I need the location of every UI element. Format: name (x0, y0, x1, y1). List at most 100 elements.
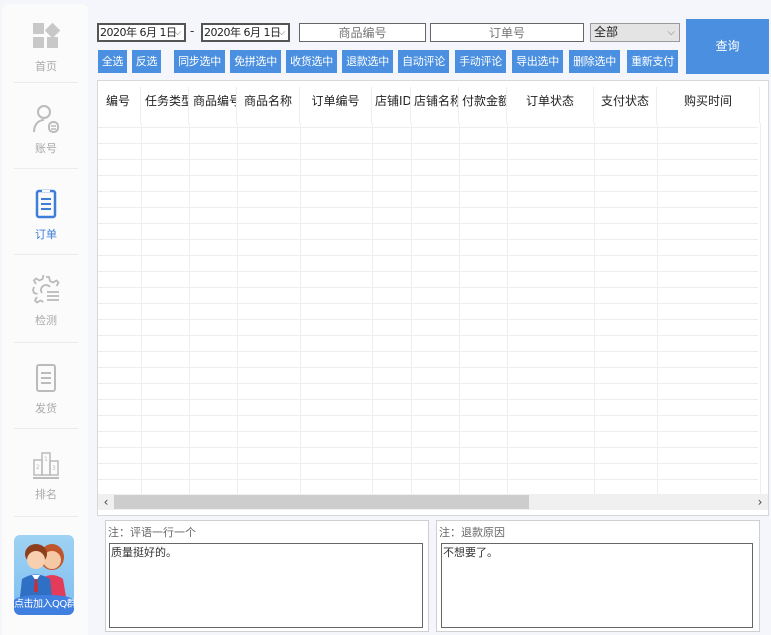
column-header-payment-amount[interactable]: 付款金额 (459, 87, 507, 123)
column-divider (189, 123, 190, 495)
sidebar-item-label: 订单 (35, 228, 57, 241)
chevron-down-icon: ⌵ (667, 27, 675, 38)
select-all-button[interactable]: 全选 (98, 50, 127, 73)
column-header-purchase-time[interactable]: 购买时间 (657, 87, 760, 123)
sidebar-item-label: 检测 (35, 314, 57, 327)
skip-group-selected-button[interactable]: 免拼选中 (230, 50, 281, 73)
table-row (98, 479, 758, 480)
review-note-label: 注：评语一行一个 (108, 526, 196, 539)
divider (14, 254, 78, 255)
status-select-value: 全部 (594, 25, 619, 39)
divider (14, 428, 78, 429)
auto-review-button[interactable]: 自动评论 (398, 50, 449, 73)
table-row (98, 143, 758, 144)
users-avatar-icon (20, 544, 66, 597)
sidebar-item-home[interactable]: 首页 (14, 4, 78, 90)
svg-text:1: 1 (44, 456, 48, 463)
repay-button[interactable]: 重新支付 (627, 50, 678, 73)
review-textarea[interactable]: 质量挺好的。 (109, 543, 423, 628)
sidebar-item-label: 首页 (35, 60, 57, 73)
sidebar-item-shipping[interactable]: 发货 (14, 346, 78, 432)
sidebar-item-label: 发货 (35, 402, 57, 415)
scroll-left-icon[interactable]: ‹ (99, 494, 113, 510)
gear-check-icon (32, 274, 60, 304)
table-row (98, 447, 758, 448)
date-from-picker[interactable]: 2020年 6月 1日 ⌵ (97, 23, 186, 42)
column-divider (459, 123, 460, 495)
orders-table: 编号 任务类型 商品编号 商品名称 订单编号 店铺ID 店铺名称 付款金额 订单… (97, 80, 769, 516)
table-row (98, 367, 758, 368)
delete-selected-button[interactable]: 删除选中 (569, 50, 620, 73)
divider (14, 516, 78, 517)
table-row (98, 175, 758, 176)
shipping-clipboard-icon (36, 364, 56, 392)
column-header-product-name[interactable]: 商品名称 (237, 87, 300, 123)
query-button[interactable]: 查询 (686, 19, 769, 74)
sync-selected-button[interactable]: 同步选中 (174, 50, 225, 73)
table-row (98, 127, 758, 128)
table-row (98, 383, 758, 384)
column-header-product-id[interactable]: 商品编号 (189, 87, 237, 123)
chevron-down-icon: ⌵ (173, 27, 182, 38)
column-header-shop-name[interactable]: 店铺名称 (411, 87, 459, 123)
column-header-order-no[interactable]: 订单编号 (300, 87, 372, 123)
user-account-icon (33, 105, 59, 133)
refund-selected-button[interactable]: 退款选中 (342, 50, 393, 73)
refund-textarea[interactable]: 不想要了。 (441, 543, 753, 628)
table-row (98, 463, 758, 464)
sidebar-item-label: 账号 (35, 142, 57, 155)
table-row (98, 255, 758, 256)
podium-ranking-icon: 2 1 3 (33, 452, 59, 479)
column-header-task-type[interactable]: 任务类型 (141, 87, 189, 123)
table-row (98, 351, 758, 352)
column-divider (760, 123, 761, 495)
invert-selection-button[interactable]: 反选 (132, 50, 161, 73)
table-row (98, 159, 758, 160)
sidebar-item-ranking[interactable]: 2 1 3 排名 (14, 432, 78, 518)
column-divider (141, 123, 142, 495)
table-row (98, 319, 758, 320)
scroll-right-icon[interactable]: › (753, 494, 767, 510)
table-row (98, 415, 758, 416)
divider (14, 168, 78, 169)
column-divider (300, 123, 301, 495)
join-qq-group-button[interactable]: 点击加入QQ群 (14, 535, 74, 615)
refund-note-label: 注：退款原因 (439, 526, 505, 539)
column-divider (507, 123, 508, 495)
product-id-input[interactable] (299, 23, 426, 42)
date-to-picker[interactable]: 2020年 6月 1日 ⌵ (201, 23, 290, 42)
order-no-input[interactable] (430, 23, 584, 42)
table-row (98, 239, 758, 240)
horizontal-scrollbar[interactable]: ‹ › (98, 494, 768, 510)
table-row (98, 223, 758, 224)
sidebar-item-label: 排名 (35, 488, 57, 501)
table-row (98, 271, 758, 272)
receive-selected-button[interactable]: 收货选中 (286, 50, 337, 73)
sidebar-item-orders[interactable]: 订单 (14, 172, 78, 258)
column-divider (657, 123, 658, 495)
sidebar-item-account[interactable]: 账号 (14, 86, 78, 172)
manual-review-button[interactable]: 手动评论 (455, 50, 506, 73)
export-selected-button[interactable]: 导出选中 (512, 50, 563, 73)
order-clipboard-icon (35, 189, 57, 219)
scrollbar-thumb[interactable] (114, 495, 529, 509)
chevron-down-icon: ⌵ (277, 27, 286, 38)
table-row (98, 431, 758, 432)
column-header-payment-status[interactable]: 支付状态 (594, 87, 657, 123)
table-row (98, 335, 758, 336)
home-grid-icon (33, 22, 61, 48)
date-to-value: 2020年 6月 1日 (204, 26, 281, 39)
column-header-shop-id[interactable]: 店铺ID (372, 87, 411, 123)
column-divider (372, 123, 373, 495)
svg-text:2: 2 (36, 464, 40, 471)
column-divider (411, 123, 412, 495)
column-header-order-status[interactable]: 订单状态 (507, 87, 594, 123)
table-header: 编号 任务类型 商品编号 商品名称 订单编号 店铺ID 店铺名称 付款金额 订单… (98, 81, 768, 123)
refund-note-panel: 注：退款原因 不想要了。 (436, 520, 760, 632)
status-select[interactable]: 全部 ⌵ (590, 23, 680, 42)
sidebar-item-detect[interactable]: 检测 (14, 258, 78, 344)
column-divider (594, 123, 595, 495)
table-row (98, 287, 758, 288)
svg-text:3: 3 (52, 465, 56, 472)
column-header-id[interactable]: 编号 (98, 87, 141, 123)
